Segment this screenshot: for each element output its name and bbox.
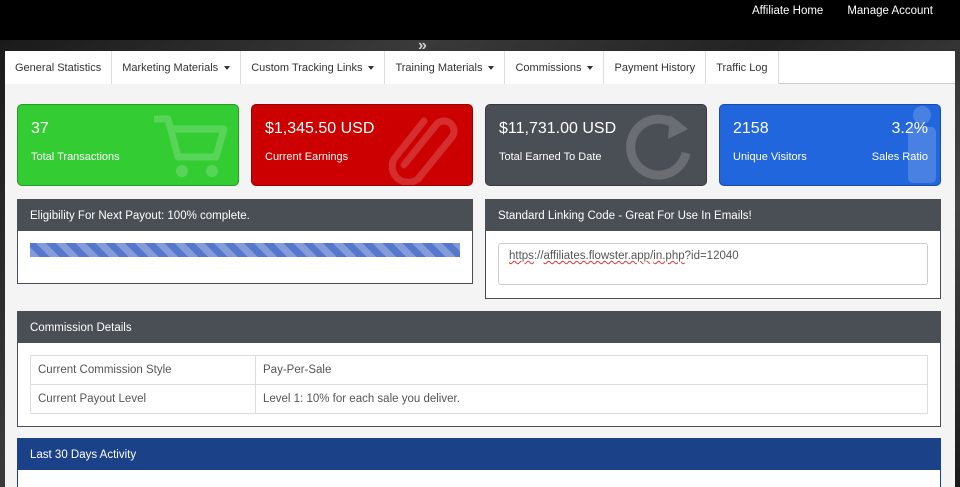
url-host: affiliates.flowster.app [543,250,651,262]
paperclip-icon [388,117,458,185]
caret-down-icon [224,65,231,70]
url-scheme: https [509,250,534,262]
commission-style-value: Pay-Per-Sale [255,355,928,385]
tab-label: Training Materials [395,61,483,74]
manage-account-link[interactable]: Manage Account [847,5,933,17]
commission-style-key: Current Commission Style [30,355,256,385]
activity-title: Last 30 Days Activity [18,439,940,470]
caret-down-icon [368,65,375,70]
linking-code-textarea[interactable]: https://affiliates.flowster.app/in.php?i… [498,243,928,285]
tab-traffic-log[interactable]: Traffic Log [706,51,779,84]
tab-label: Payment History [614,61,696,74]
tab-custom-tracking-links[interactable]: Custom Tracking Links [241,51,386,84]
tab-label: Custom Tracking Links [251,61,363,74]
tab-commissions[interactable]: Commissions [505,51,605,84]
tab-payment-history[interactable]: Payment History [604,51,707,84]
visitors-card: 2158 3.2% Unique Visitors Sales Ratio [719,104,941,186]
top-nav: Affiliate Home Manage Account [752,5,933,17]
top-bar: Affiliate Home Manage Account [0,0,960,40]
caret-down-icon [488,65,495,70]
total-earned-card: $11,731.00 USD Total Earned To Date [485,104,707,186]
linking-code-panel: Standard Linking Code - Great For Use In… [485,199,941,299]
tab-marketing-materials[interactable]: Marketing Materials [112,51,242,84]
person-icon [908,106,936,183]
transactions-card: 37 Total Transactions [17,104,239,186]
payout-progress-bar [30,243,460,257]
shopping-cart-icon [154,115,228,177]
refresh-icon [626,114,691,180]
payout-panel: Eligibility For Next Payout: 100% comple… [17,199,473,284]
table-row: Current Commission Style Pay-Per-Sale [30,355,928,385]
visitors-label: Unique Visitors [733,151,807,163]
tab-label: General Statistics [15,61,102,74]
activity-panel: Last 30 Days Activity [17,438,941,487]
payout-level-value: Level 1: 10% for each sale you deliver. [255,384,928,414]
affiliate-home-link[interactable]: Affiliate Home [752,5,823,17]
url-path: in.php [653,250,685,262]
commission-table: Current Commission Style Pay-Per-Sale Cu… [30,355,928,414]
table-row: Current Payout Level Level 1: 10% for ea… [30,384,928,414]
payout-title: Eligibility For Next Payout: 100% comple… [18,200,472,231]
url-separator: :// [533,250,544,262]
tab-training-materials[interactable]: Training Materials [385,51,506,84]
linking-code-title: Standard Linking Code - Great For Use In… [486,200,940,231]
total-earned-value: $11,731.00 USD [499,120,617,137]
tab-label: Traffic Log [716,61,768,74]
tab-bar: General Statistics Marketing Materials C… [5,51,955,84]
transactions-label: Total Transactions [31,151,120,163]
transactions-value: 37 [31,120,49,137]
commission-details-panel: Commission Details Current Commission St… [17,311,941,427]
commission-details-title: Commission Details [18,312,940,343]
sales-ratio-value: 3.2% [891,120,928,137]
tab-general-statistics[interactable]: General Statistics [5,51,113,84]
payout-level-key: Current Payout Level [30,384,256,414]
earnings-value: $1,345.50 USD [265,120,375,137]
visitors-value: 2158 [733,120,769,137]
caret-down-icon [587,65,594,70]
url-query: ?id=12040 [684,250,739,262]
earnings-card: $1,345.50 USD Current Earnings [251,104,473,186]
tab-label: Marketing Materials [122,61,219,74]
tab-label: Commissions [515,61,582,74]
total-earned-label: Total Earned To Date [499,151,602,163]
sales-ratio-label: Sales Ratio [871,151,928,163]
main-panel: General Statistics Marketing Materials C… [5,51,955,487]
earnings-label: Current Earnings [265,151,349,163]
